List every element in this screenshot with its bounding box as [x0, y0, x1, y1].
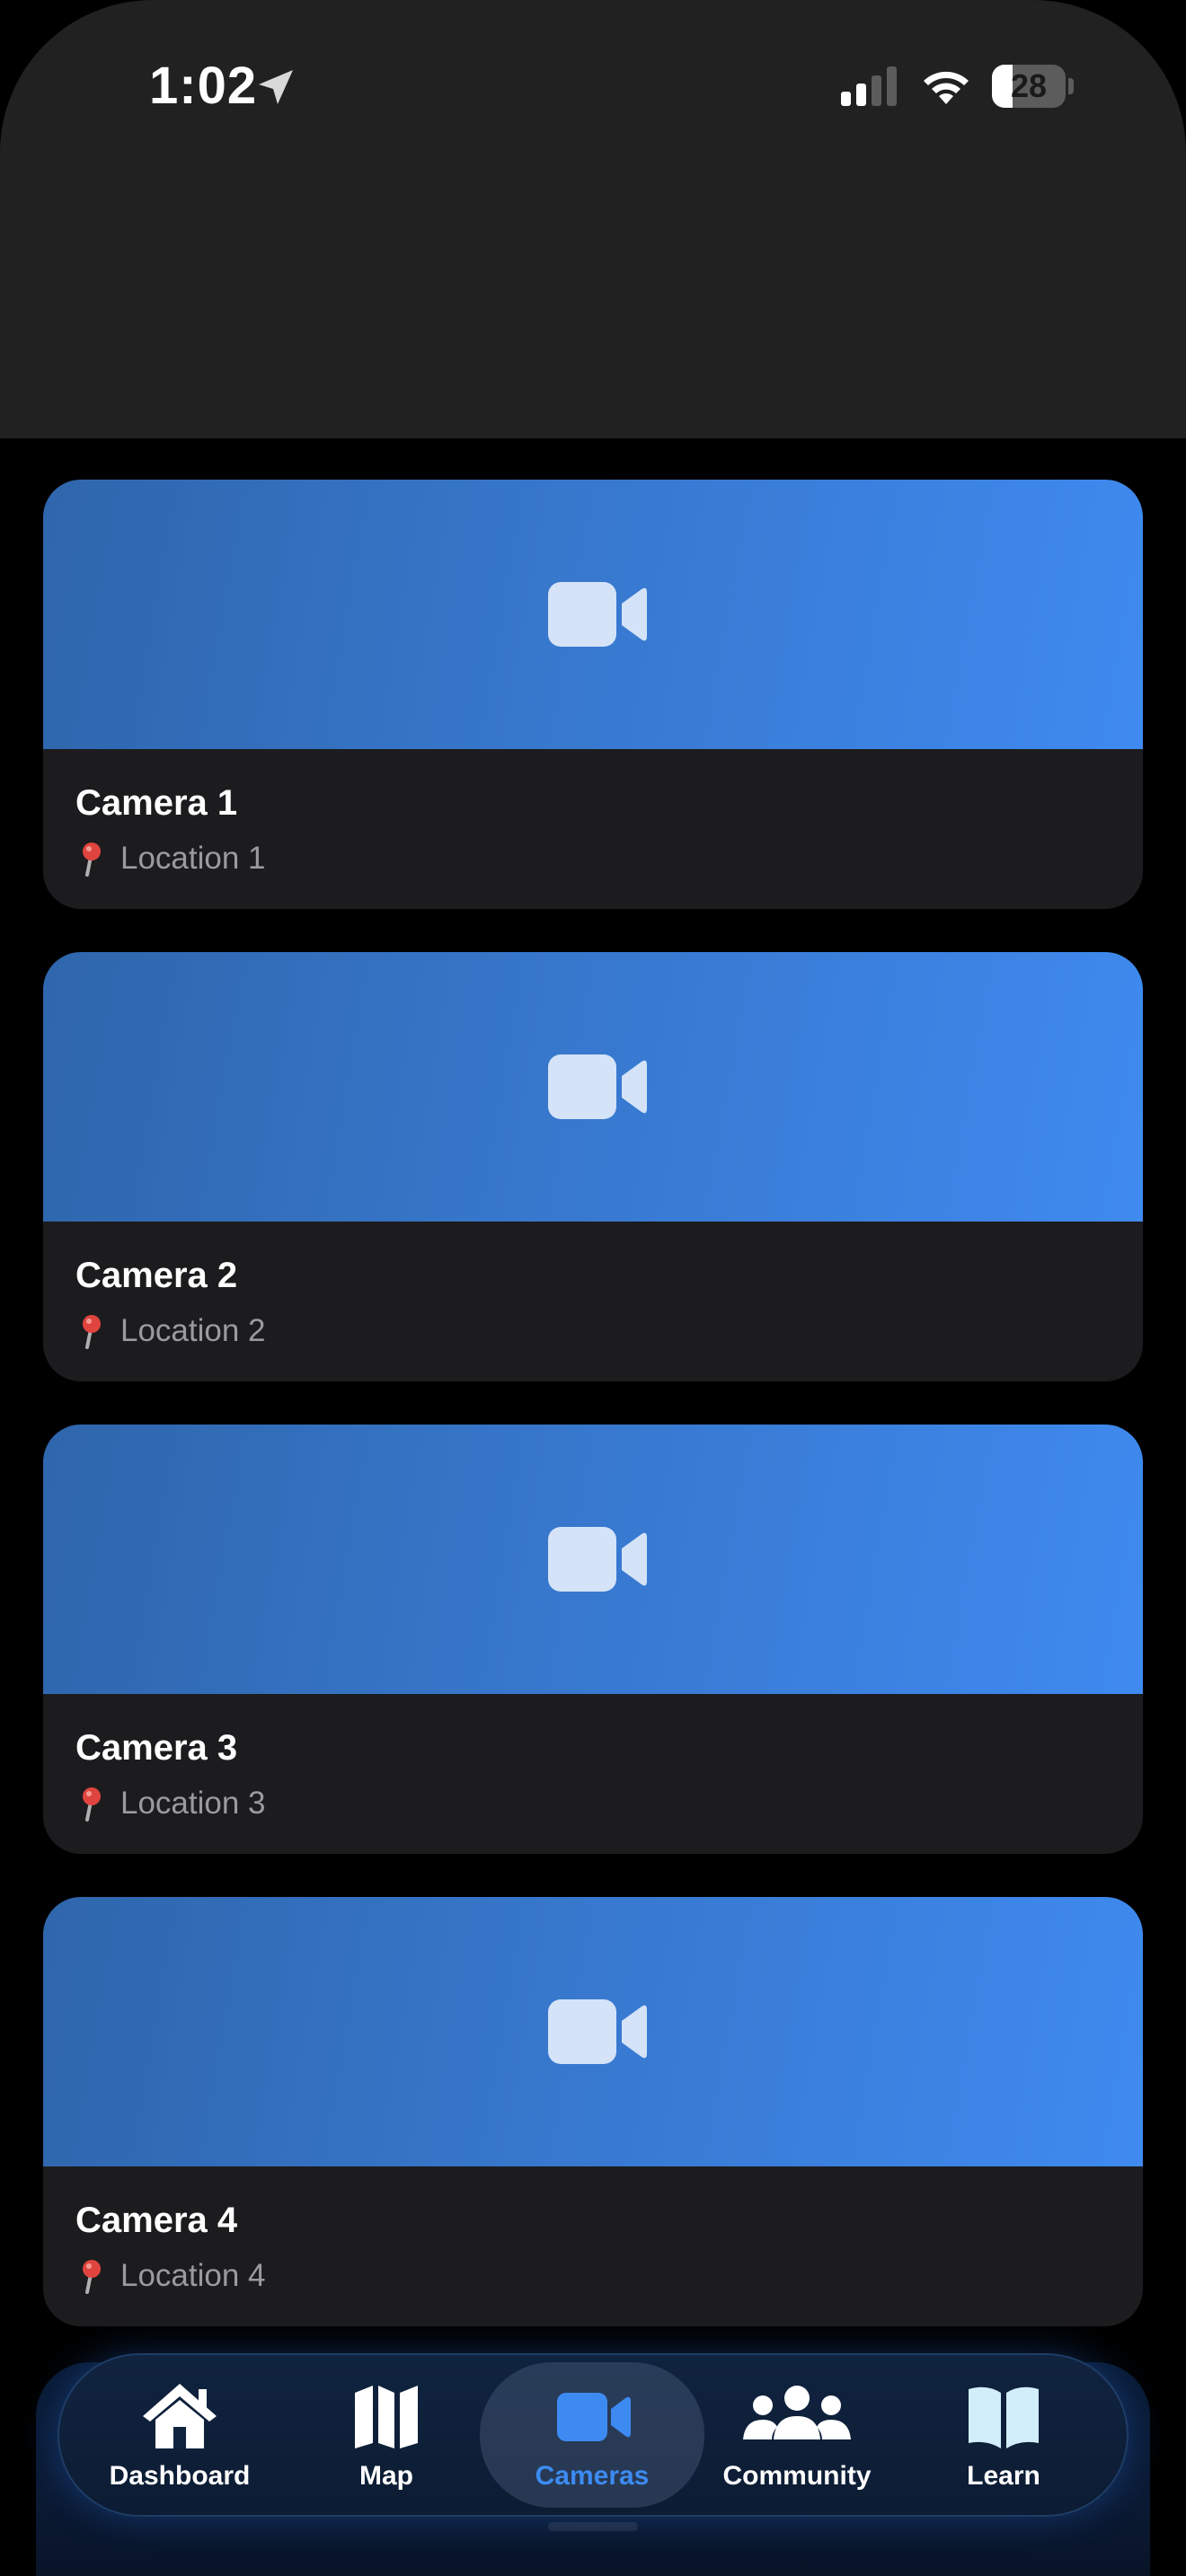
camera-title: Camera 2: [75, 1256, 238, 1295]
battery-indicator: 28: [992, 65, 1074, 108]
location-arrow-icon: [259, 70, 293, 104]
camera-title: Camera 4: [75, 2201, 238, 2240]
book-icon: [969, 2386, 1039, 2448]
video-camera-icon: [548, 582, 647, 647]
map-icon: [355, 2386, 418, 2448]
camera-location-label: Location 4: [120, 2258, 266, 2293]
tab-label: Map: [359, 2461, 413, 2491]
status-time: 1:02: [149, 57, 258, 115]
house-icon: [143, 2384, 217, 2448]
tab-label: Dashboard: [109, 2461, 251, 2491]
battery-percentage: 28: [1010, 67, 1048, 104]
camera-thumbnail[interactable]: [43, 952, 1143, 1222]
video-camera-icon: [548, 1054, 647, 1119]
location-pin-icon: [83, 1787, 101, 1822]
camera-location: Location 4: [75, 2258, 266, 2294]
tab-label: Cameras: [535, 2461, 650, 2491]
home-indicator: [548, 2522, 638, 2531]
camera-location-label: Location 3: [120, 1786, 266, 1821]
tab-label: Learn: [967, 2461, 1040, 2491]
video-camera-icon: [548, 1527, 647, 1592]
tab-label: Community: [722, 2461, 872, 2491]
tab-map[interactable]: Map: [283, 2362, 490, 2508]
location-pin-icon: [83, 2260, 101, 2294]
header: 1:02 28: [0, 0, 1186, 438]
camera-card[interactable]: Camera 2 Location 2: [43, 952, 1143, 1381]
tab-dashboard[interactable]: Dashboard: [76, 2362, 283, 2508]
tab-community[interactable]: Community: [694, 2362, 900, 2508]
people-icon: [743, 2386, 851, 2439]
camera-card[interactable]: Camera 1 Location 1: [43, 480, 1143, 909]
video-camera-icon: [548, 1999, 647, 2064]
cameras-screen: 1:02 28 Camera 1 Location 1 Camera 2 Loc…: [0, 0, 1186, 2576]
camera-location: Location 3: [75, 1786, 266, 1822]
wifi-icon: [924, 71, 969, 104]
tab-cameras[interactable]: Cameras: [480, 2362, 704, 2508]
camera-location-label: Location 2: [120, 1313, 266, 1348]
tab-learn[interactable]: Learn: [900, 2362, 1107, 2508]
camera-thumbnail[interactable]: [43, 1897, 1143, 2166]
camera-thumbnail[interactable]: [43, 480, 1143, 749]
camera-thumbnail[interactable]: [43, 1425, 1143, 1694]
video-camera-icon: [557, 2393, 631, 2441]
camera-title: Camera 3: [75, 1728, 238, 1768]
camera-card[interactable]: Camera 4 Location 4: [43, 1897, 1143, 2326]
camera-location-label: Location 1: [120, 841, 266, 876]
location-pin-icon: [83, 842, 101, 877]
camera-location: Location 2: [75, 1313, 266, 1349]
camera-location: Location 1: [75, 841, 266, 877]
camera-title: Camera 1: [75, 783, 238, 823]
camera-card[interactable]: Camera 3 Location 3: [43, 1425, 1143, 1854]
location-pin-icon: [83, 1315, 101, 1349]
cellular-signal-icon: [841, 66, 897, 106]
